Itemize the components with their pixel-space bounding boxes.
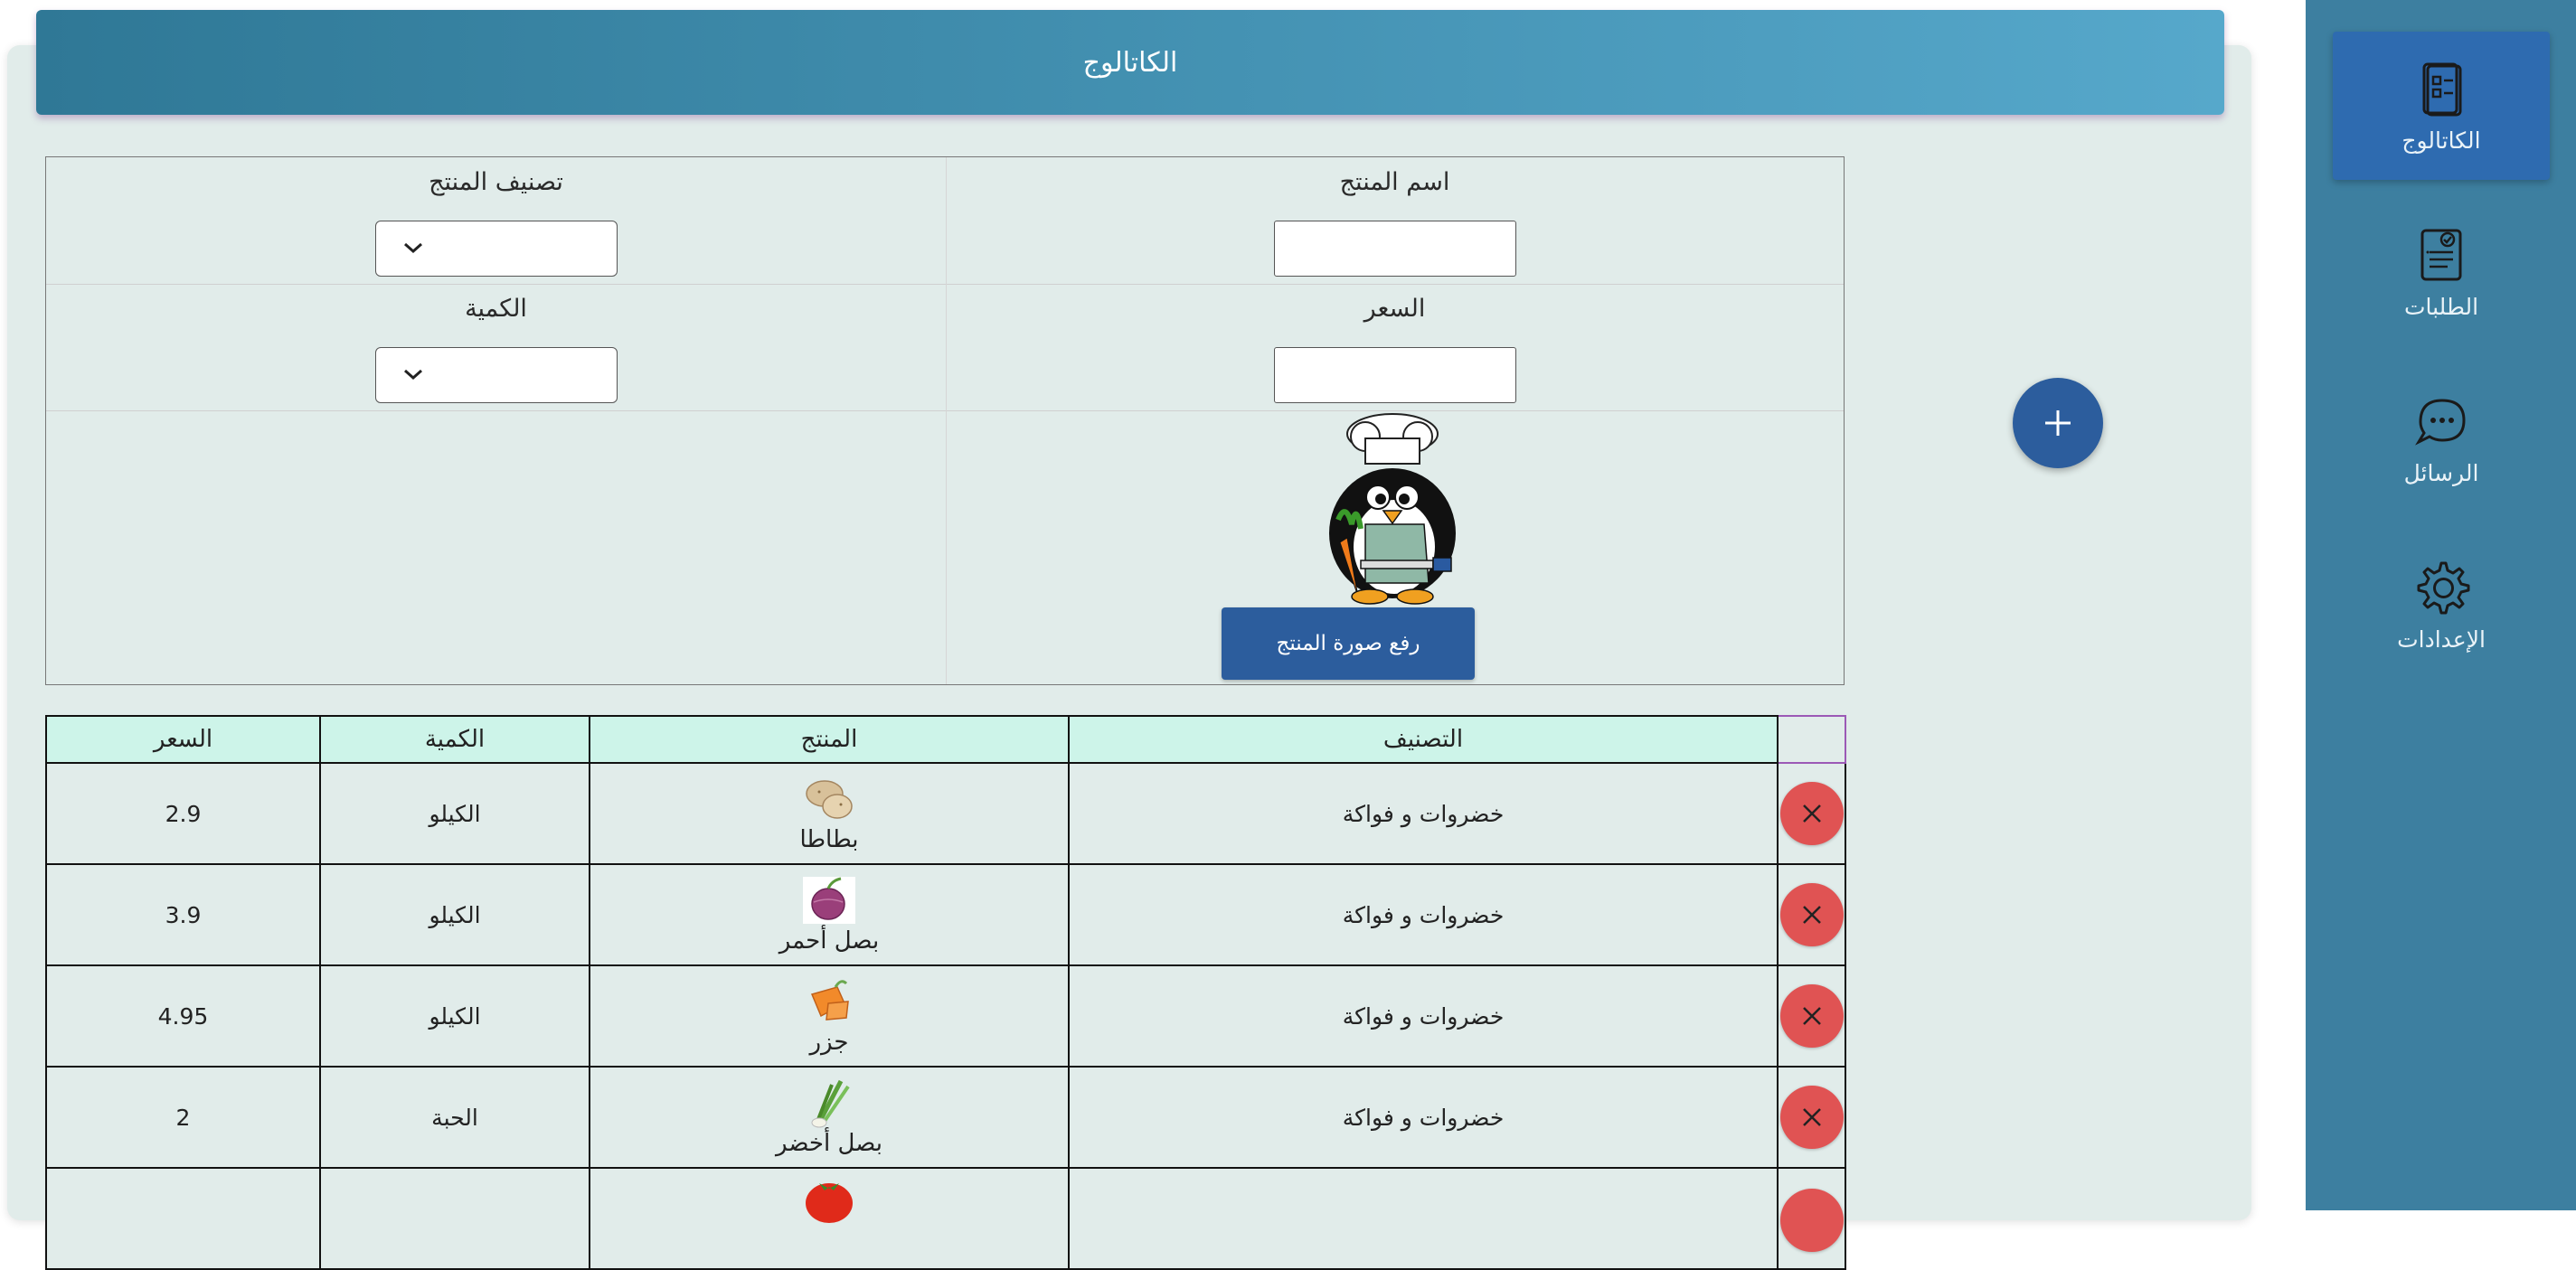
product-cell: جزر: [589, 964, 1070, 1068]
column-header-price: السعر: [45, 715, 321, 764]
sidebar-item-label: الكاتالوج: [2401, 127, 2481, 154]
column-header-quantity: الكمية: [319, 715, 590, 764]
green-onion-icon: [811, 1079, 850, 1128]
unit-cell: الكيلو: [319, 762, 590, 865]
quantity-label: الكمية: [465, 295, 527, 323]
category-cell: خضروات و فواكة: [1068, 1066, 1779, 1169]
price-cell: 2: [45, 1066, 321, 1169]
chevron-down-icon: [403, 369, 422, 381]
messages-icon: [2415, 398, 2466, 446]
sidebar-item-catalog[interactable]: الكاتالوج: [2333, 32, 2550, 180]
catalog-header: الكاتالوج: [36, 10, 2224, 115]
add-product-button[interactable]: [2013, 378, 2103, 468]
unit-cell: [319, 1167, 590, 1270]
close-icon: [1802, 1007, 1821, 1025]
quantity-cell: الكمية: [46, 284, 946, 410]
category-select[interactable]: [374, 221, 618, 277]
table-header-row: السعر الكمية المنتج التصنيف: [45, 715, 1846, 764]
product-name-cell: اسم المنتج: [946, 157, 1844, 284]
unit-cell: الكيلو: [319, 863, 590, 966]
unit-cell: الكيلو: [319, 964, 590, 1068]
delete-row-button[interactable]: [1779, 1189, 1844, 1252]
table-row: [45, 1167, 1846, 1270]
sidebar-item-settings[interactable]: الإعدادات: [2333, 531, 2550, 679]
delete-row-button[interactable]: [1779, 883, 1844, 946]
sidebar-item-label: الرسائل: [2403, 459, 2479, 486]
red-onion-icon: [803, 877, 855, 924]
sidebar: الكاتالوج الطلبات الرسائل الإعدادات: [2306, 0, 2576, 1210]
orders-icon: [2420, 229, 2462, 280]
potato-icon: [806, 780, 853, 819]
product-form: اسم المنتج تصنيف المنتج السعر الكمية: [45, 156, 1845, 685]
price-cell: 2.9: [45, 762, 321, 865]
category-cell: تصنيف المنتج: [46, 157, 946, 284]
sidebar-item-messages[interactable]: الرسائل: [2333, 364, 2550, 513]
tomato-icon: [806, 1183, 853, 1223]
quantity-select[interactable]: [374, 347, 618, 403]
product-cell: [589, 1167, 1070, 1270]
product-name-label: اسم المنتج: [1339, 168, 1450, 196]
price-cell: [45, 1167, 321, 1270]
close-icon: [1802, 1108, 1821, 1126]
product-name: جزر: [809, 1029, 849, 1056]
products-table: السعر الكمية المنتج التصنيف 2.9 الكيلو ب…: [45, 715, 1846, 1270]
table-row: 2 الحبة بصل أخضر خضروات و فواكة: [45, 1066, 1846, 1169]
category-label: تصنيف المنتج: [429, 168, 563, 196]
product-cell: بصل أحمر: [589, 863, 1070, 966]
product-name-input[interactable]: [1273, 221, 1516, 277]
sidebar-item-orders[interactable]: الطلبات: [2333, 198, 2550, 346]
column-header-product: المنتج: [589, 715, 1070, 764]
upload-image-button[interactable]: رفع صورة المنتج: [1222, 607, 1475, 680]
page-title: الكاتالوج: [1082, 46, 1178, 79]
sidebar-item-label: الطلبات: [2403, 293, 2479, 320]
column-header-delete: [1777, 715, 1846, 764]
category-cell: خضروات و فواكة: [1068, 762, 1779, 865]
price-cell: 4.95: [45, 964, 321, 1068]
close-icon: [1802, 804, 1821, 823]
delete-row-button[interactable]: [1779, 1086, 1844, 1149]
product-cell: بصل أخضر: [589, 1066, 1070, 1169]
price-cell: 3.9: [45, 863, 321, 966]
carrot-icon: [810, 980, 849, 1021]
close-icon: [1802, 906, 1821, 924]
delete-row-button[interactable]: [1779, 984, 1844, 1048]
price-label: السعر: [1363, 295, 1426, 323]
product-cell: بطاطا: [589, 762, 1070, 865]
category-cell: خضروات و فواكة: [1068, 863, 1779, 966]
sidebar-item-label: الإعدادات: [2397, 626, 2486, 653]
table-row: 3.9 الكيلو بصل أحمر خضروات و فواكة: [45, 863, 1846, 966]
plus-icon: [2045, 410, 2071, 436]
catalog-icon: [2422, 62, 2462, 116]
product-name: بصل أحمر: [778, 927, 880, 955]
delete-row-button[interactable]: [1779, 782, 1844, 845]
category-cell: خضروات و فواكة: [1068, 964, 1779, 1068]
table-row: 4.95 الكيلو جزر خضروات و فواكة: [45, 964, 1846, 1068]
price-cell: السعر: [946, 284, 1844, 410]
column-header-category: التصنيف: [1068, 715, 1779, 764]
product-image-preview: [1329, 413, 1456, 605]
chevron-down-icon: [403, 242, 422, 254]
product-name: بطاطا: [799, 826, 859, 853]
category-cell: [1068, 1167, 1779, 1270]
product-name: بصل أخضر: [776, 1130, 882, 1157]
table-row: 2.9 الكيلو بطاطا خضروات و فواكة: [45, 762, 1846, 865]
settings-icon: [2417, 561, 2470, 614]
unit-cell: الحبة: [319, 1066, 590, 1169]
price-input[interactable]: [1273, 347, 1516, 403]
